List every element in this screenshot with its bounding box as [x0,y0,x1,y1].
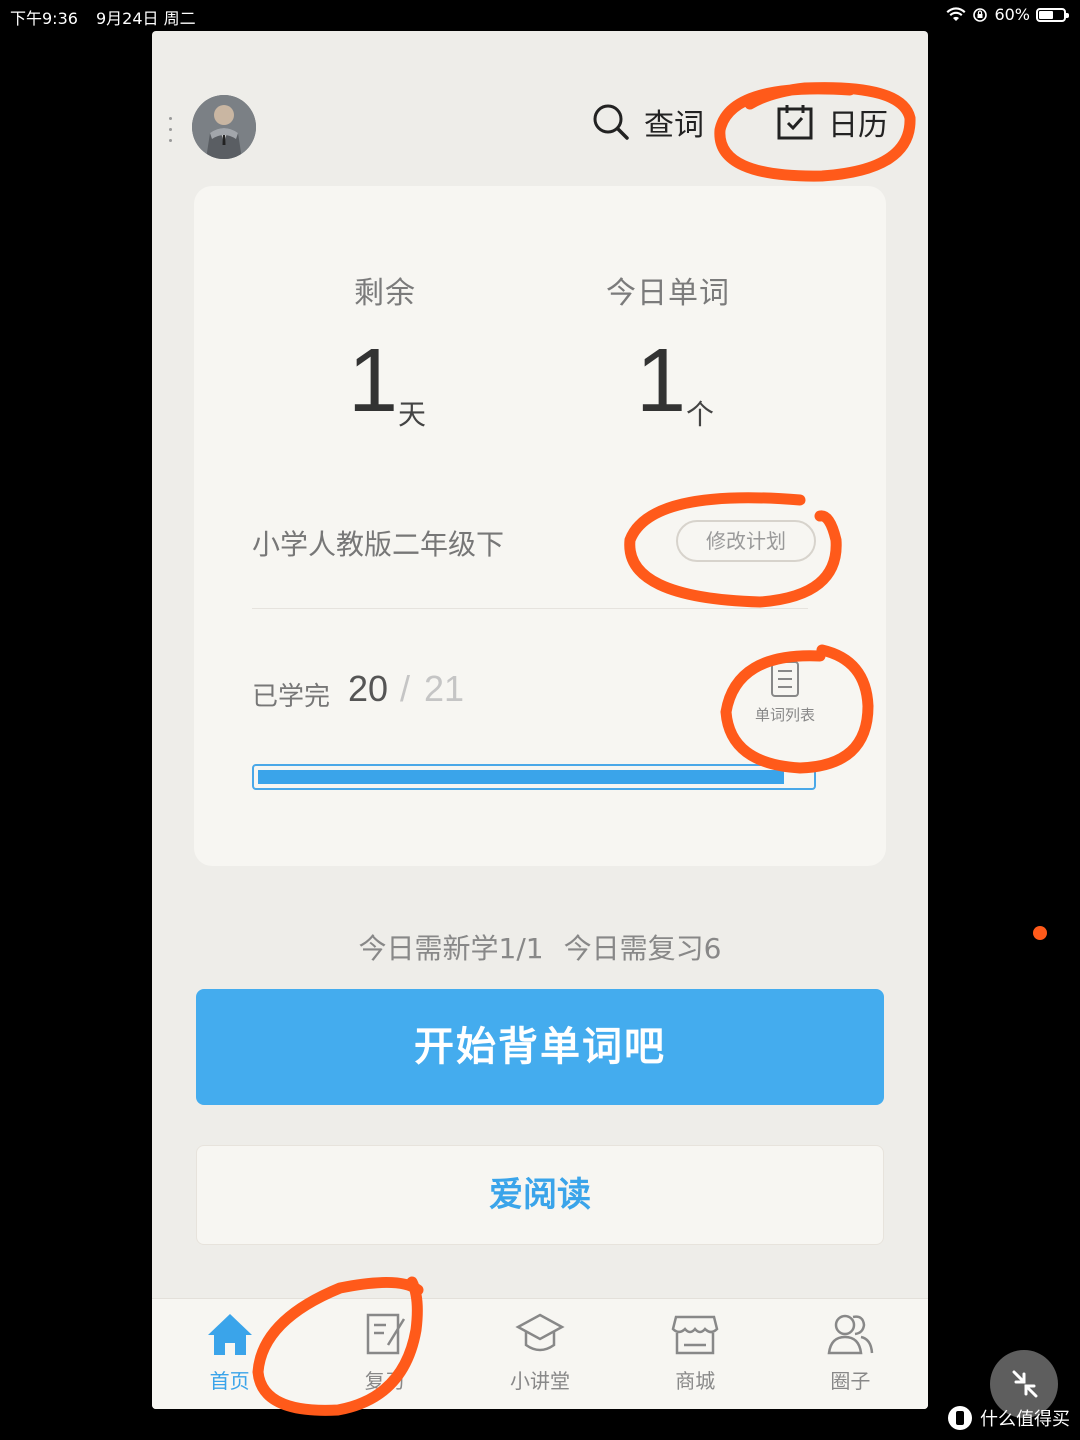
orientation-lock-icon [973,7,988,22]
status-indicators: 60% [946,5,1069,24]
tab-lecture[interactable]: 小讲堂 [462,1299,617,1409]
today-new-text: 今日需新学1/1 [358,932,544,965]
tab-home-label: 首页 [209,1369,250,1393]
today-words-unit: 个 [686,398,715,431]
remaining-unit: 天 [398,398,427,431]
tab-community-label: 圈子 [830,1369,871,1393]
status-time: 下午9:36 [10,9,78,28]
menu-handle-icon[interactable] [168,117,174,147]
progress-bar [252,764,816,790]
avatar-image [192,95,256,159]
lookup-button[interactable]: 查词 [592,97,704,147]
avatar[interactable] [192,95,256,159]
lookup-label: 查词 [644,108,704,143]
learned-separator: / [400,668,411,709]
review-icon [366,1313,405,1355]
divider [252,608,808,609]
watermark-text: 什么值得买 [980,1409,1070,1430]
learned-total: 21 [424,668,465,709]
watermark: 什么值得买 [948,1404,1070,1432]
tab-store-label: 商城 [675,1369,716,1393]
assistive-dot[interactable] [1033,926,1047,940]
tab-review[interactable]: 复习 [307,1299,462,1409]
word-list-label: 单词列表 [754,706,815,724]
plan-name: 小学人教版二年级下 [252,528,505,561]
today-review-text: 今日需复习6 [563,932,722,965]
remaining-label: 剩余 [354,276,416,311]
progress-fill [258,770,784,784]
store-icon [671,1315,719,1355]
tab-community[interactable]: 圈子 [773,1299,928,1409]
calendar-icon [777,105,813,140]
app-window: 查词 日历 剩余 1 天 今日单词 1 个 小学人教版二年级下 修改计划 已学完… [152,31,928,1409]
status-bar: 下午9:36 9月24日 周二 60% [0,0,1080,30]
community-icon [827,1314,874,1355]
battery-level [1039,10,1054,19]
status-date: 9月24日 周二 [96,9,196,28]
watermark-logo-icon [948,1406,972,1430]
learned-count: 20 [348,668,389,709]
today-words-label: 今日单词 [606,276,730,311]
tab-home[interactable]: 首页 [152,1299,307,1409]
battery-icon [1036,7,1069,22]
reading-button[interactable]: 爱阅读 [196,1145,884,1245]
wifi-icon [946,6,966,21]
today-summary: 今日需新学1/1 今日需复习6 [152,927,928,967]
battery-percent: 60% [994,5,1030,24]
lecture-icon [515,1313,565,1352]
word-list-button[interactable]: 单词列表 [750,660,820,736]
tab-lecture-label: 小讲堂 [510,1369,570,1393]
edit-plan-button[interactable]: 修改计划 [676,520,816,562]
search-icon [593,104,629,140]
today-words-value: 1 [636,331,687,431]
start-memorize-button[interactable]: 开始背单词吧 [196,989,884,1105]
tab-bar: 首页 复习 小讲堂 商城 圈子 [152,1298,928,1409]
plan-card: 剩余 1 天 今日单词 1 个 小学人教版二年级下 修改计划 已学完 20 / … [194,186,886,866]
tab-store[interactable]: 商城 [618,1299,773,1409]
calendar-button[interactable]: 日历 [776,97,888,147]
home-icon [207,1314,252,1355]
remaining-value: 1 [348,331,399,431]
calendar-label: 日历 [828,108,888,143]
list-icon [771,661,799,697]
tab-review-label: 复习 [364,1369,405,1393]
learned-label: 已学完 [252,682,331,712]
